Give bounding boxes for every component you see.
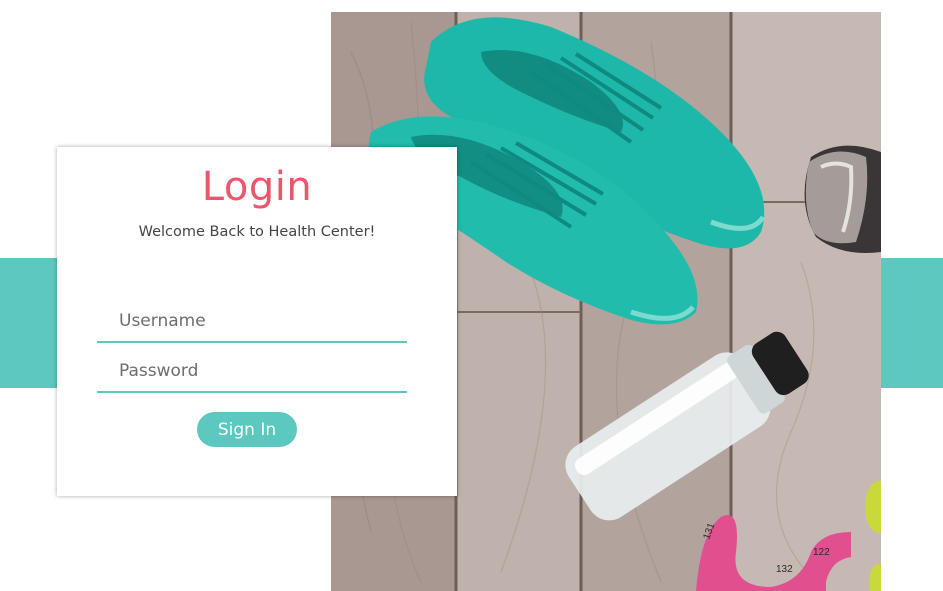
password-input[interactable] [97,351,407,391]
login-page: 131 132 122 Login Welcome Back to Health… [0,0,943,591]
sign-in-button[interactable]: Sign In [197,412,297,447]
tape-number: 122 [813,547,830,558]
login-card: Login Welcome Back to Health Center! Sig… [57,147,457,496]
welcome-subtitle: Welcome Back to Health Center! [138,224,376,240]
username-field [97,301,407,343]
login-title: Login [201,164,313,210]
tape-number: 132 [776,564,793,575]
dumbbell-image [804,145,881,253]
password-field [97,351,407,393]
username-input[interactable] [97,301,407,341]
